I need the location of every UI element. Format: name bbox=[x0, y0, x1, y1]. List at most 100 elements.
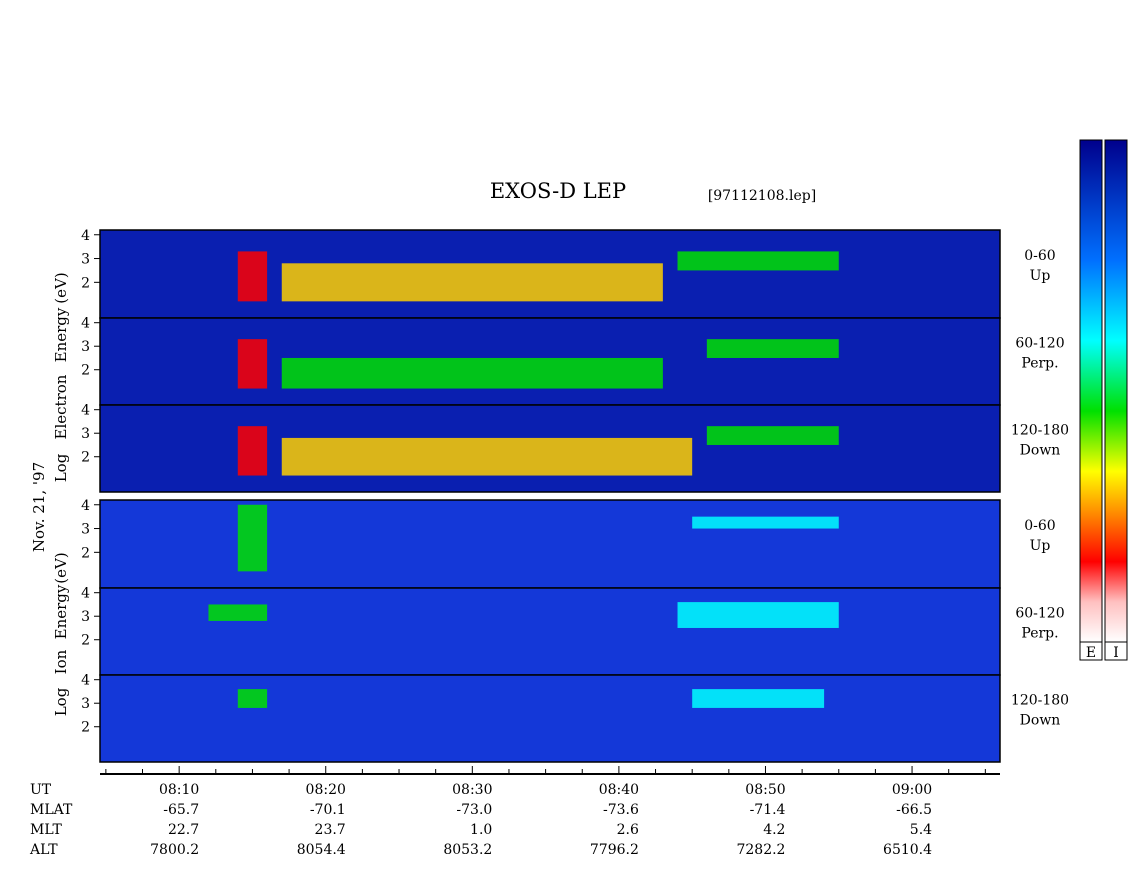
group-axis-label: Ion bbox=[52, 649, 70, 674]
colorbar-label: I bbox=[1113, 645, 1119, 661]
pitch-angle-range: 0-60 bbox=[1024, 518, 1055, 534]
x-row-value: 2.6 bbox=[617, 822, 639, 838]
y-tick-label: 4 bbox=[81, 673, 90, 689]
flux-region bbox=[706, 339, 839, 358]
x-row-name: UT bbox=[30, 782, 52, 798]
flux-region bbox=[208, 604, 268, 621]
flux-region bbox=[692, 516, 839, 529]
group-axis-label: Log bbox=[52, 453, 70, 482]
group-axis-label: Energy bbox=[52, 584, 70, 639]
colorbar: EI bbox=[1079, 139, 1128, 661]
colorbar-label: E bbox=[1086, 645, 1096, 661]
y-tick-label: 2 bbox=[81, 545, 90, 561]
y-tick-label: 4 bbox=[81, 403, 90, 419]
y-tick-label: 4 bbox=[81, 498, 90, 514]
flux-region bbox=[692, 689, 825, 708]
y-tick-label: 2 bbox=[81, 450, 90, 466]
x-row-value: -73.0 bbox=[456, 802, 492, 818]
y-tick-label: 2 bbox=[81, 720, 90, 736]
group-axis-label: (eV) bbox=[52, 552, 70, 583]
y-tick-label: 2 bbox=[81, 275, 90, 291]
flux-region bbox=[237, 251, 268, 302]
y-tick-label: 3 bbox=[81, 252, 90, 268]
pitch-direction: Perp. bbox=[1021, 356, 1058, 372]
flux-region bbox=[237, 689, 268, 708]
x-row-value: 23.7 bbox=[315, 822, 346, 838]
plot-title: EXOS-D LEP bbox=[490, 179, 626, 203]
pitch-direction: Up bbox=[1030, 268, 1051, 284]
x-row-value: 5.4 bbox=[910, 822, 932, 838]
spectrogram-panel: 2 3 4 bbox=[81, 673, 1001, 763]
spectrogram-panel: 2 3 4 bbox=[81, 403, 1001, 493]
x-row-value: 08:20 bbox=[306, 782, 346, 798]
flux-region bbox=[677, 251, 839, 271]
spectrogram-figure: EXOS-D LEP [97112108.lep] 23423423423423… bbox=[29, 139, 1128, 858]
x-row-value: 6510.4 bbox=[883, 842, 932, 858]
pitch-angle-labels: 0-60 Up 60-120 Perp. 120-180 Down 0-60 Up 60-120… bbox=[1011, 248, 1069, 729]
y-tick-label: 2 bbox=[81, 363, 90, 379]
x-row-value: 7282.2 bbox=[736, 842, 785, 858]
flux-region bbox=[237, 504, 268, 572]
pitch-angle-range: 0-60 bbox=[1024, 248, 1055, 264]
spectrogram-panel: 2 3 4 bbox=[81, 316, 1001, 406]
panel-background bbox=[100, 675, 1000, 762]
y-tick-label: 3 bbox=[81, 696, 90, 712]
pitch-direction: Up bbox=[1030, 538, 1051, 554]
panels: 2 3 4 2 3 4 2 3 4 2 3 4 2 3 4 2 3 4 bbox=[81, 228, 1001, 763]
x-row-value: 8054.4 bbox=[297, 842, 346, 858]
pitch-angle-range: 60-120 bbox=[1015, 606, 1064, 622]
group-axis-label: Electron bbox=[52, 374, 70, 439]
pitch-angle-range: 120-180 bbox=[1011, 423, 1069, 439]
x-axis: UT 08:10 08:20 08:30 08:40 08:50 09:00 MLAT -65.… bbox=[29, 766, 1000, 858]
pitch-angle-range: 60-120 bbox=[1015, 336, 1064, 352]
x-row-value: -73.6 bbox=[603, 802, 639, 818]
y-tick-label: 4 bbox=[81, 228, 90, 244]
x-row-value: -70.1 bbox=[310, 802, 346, 818]
colorbar-strip bbox=[1104, 139, 1128, 643]
colorbar-strip bbox=[1079, 139, 1103, 643]
y-tick-label: 3 bbox=[81, 426, 90, 442]
y-tick-label: 3 bbox=[81, 339, 90, 355]
spectrogram-panel: 2 3 4 bbox=[81, 228, 1001, 319]
spectrogram-panel: 2 3 4 bbox=[81, 586, 1001, 676]
file-label: [97112108.lep] bbox=[708, 188, 816, 204]
y-tick-label: 4 bbox=[81, 316, 90, 332]
spectrogram-panel: 2 3 4 bbox=[81, 498, 1001, 589]
flux-region bbox=[237, 426, 268, 476]
flux-region bbox=[281, 263, 663, 302]
pitch-direction: Down bbox=[1020, 713, 1061, 729]
group-axis-label: Energy bbox=[52, 307, 70, 362]
panel-background bbox=[100, 588, 1000, 675]
y-tick-label: 2 bbox=[81, 633, 90, 649]
pitch-direction: Down bbox=[1020, 443, 1061, 459]
x-row-name: MLT bbox=[30, 822, 62, 838]
x-row-value: -66.5 bbox=[896, 802, 932, 818]
flux-region bbox=[706, 426, 839, 445]
x-row-value: -65.7 bbox=[163, 802, 199, 818]
y-axis-labels: LogElectronEnergy(eV)LogIonEnergy(eV)Nov… bbox=[30, 272, 70, 716]
x-row-value: 8053.2 bbox=[443, 842, 492, 858]
x-row-name: MLAT bbox=[30, 802, 73, 818]
flux-region bbox=[237, 339, 268, 389]
y-tick-label: 3 bbox=[81, 609, 90, 625]
x-row-value: 7800.2 bbox=[150, 842, 199, 858]
x-row-value: 08:30 bbox=[452, 782, 492, 798]
x-row-value: 1.0 bbox=[470, 822, 492, 838]
y-tick-label: 4 bbox=[81, 586, 90, 602]
x-row-value: 08:40 bbox=[599, 782, 639, 798]
x-row-value: 08:50 bbox=[745, 782, 785, 798]
panel-background bbox=[100, 500, 1000, 588]
group-axis-label: (eV) bbox=[52, 272, 70, 303]
group-axis-label: Log bbox=[52, 687, 70, 716]
flux-region bbox=[677, 602, 839, 628]
group-axis-label: Nov. 21, '97 bbox=[30, 462, 48, 552]
y-tick-label: 3 bbox=[81, 522, 90, 538]
x-row-value: 08:10 bbox=[159, 782, 199, 798]
x-row-value: 7796.2 bbox=[590, 842, 639, 858]
x-row-value: -71.4 bbox=[750, 802, 786, 818]
x-row-value: 4.2 bbox=[763, 822, 785, 838]
pitch-angle-range: 120-180 bbox=[1011, 693, 1069, 709]
x-row-value: 09:00 bbox=[892, 782, 932, 798]
flux-region bbox=[281, 437, 693, 476]
pitch-direction: Perp. bbox=[1021, 626, 1058, 642]
